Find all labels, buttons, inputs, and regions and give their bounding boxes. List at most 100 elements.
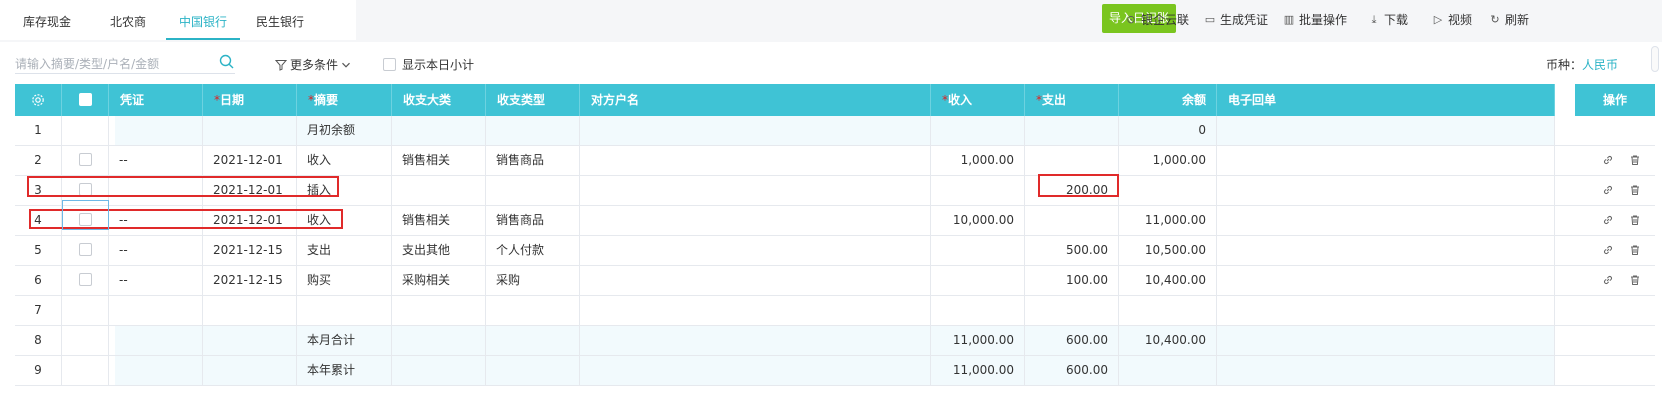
cell-date[interactable] <box>203 116 297 145</box>
trash-icon[interactable] <box>1629 214 1641 226</box>
cell-type[interactable]: 销售商品 <box>486 206 580 235</box>
cell-expense[interactable] <box>1025 146 1119 175</box>
cell-balance[interactable]: 10,400.00 <box>1119 326 1217 355</box>
currency-value[interactable]: 人民币 <box>1582 58 1618 72</box>
link-icon[interactable] <box>1602 154 1614 166</box>
cell-expense[interactable] <box>1025 116 1119 145</box>
more-conditions-button[interactable]: 更多条件 <box>275 56 351 73</box>
cell-balance[interactable]: 1,000.00 <box>1119 146 1217 175</box>
cell-income[interactable] <box>931 296 1025 325</box>
row-select-cell[interactable] <box>62 236 109 265</box>
cell-balance[interactable]: 10,500.00 <box>1119 236 1217 265</box>
cell-type[interactable] <box>486 176 580 205</box>
link-icon[interactable] <box>1602 184 1614 196</box>
cell-summary[interactable]: 本月合计 <box>297 326 392 355</box>
cell-income[interactable] <box>931 236 1025 265</box>
table-row[interactable]: 7 <box>15 296 1655 326</box>
cell-voucher[interactable] <box>109 296 203 325</box>
cell-summary[interactable]: 本年累计 <box>297 356 392 385</box>
cell-counterparty[interactable] <box>580 236 931 265</box>
cell-balance[interactable]: 0 <box>1119 116 1217 145</box>
cell-expense[interactable]: 600.00 <box>1025 356 1119 385</box>
row-select-cell[interactable] <box>62 116 109 145</box>
scrollbar[interactable] <box>1651 46 1659 72</box>
cell-income[interactable]: 11,000.00 <box>931 326 1025 355</box>
row-select-cell[interactable] <box>62 356 109 385</box>
tab-minsheng[interactable]: 民生银行 <box>248 0 312 40</box>
cell-type[interactable] <box>486 116 580 145</box>
cell-income[interactable] <box>931 176 1025 205</box>
cell-counterparty[interactable] <box>580 116 931 145</box>
video-button[interactable]: ▷ 视频 <box>1432 11 1472 29</box>
cell-counterparty[interactable] <box>580 296 931 325</box>
cell-summary[interactable]: 月初余额 <box>297 116 392 145</box>
row-select-cell[interactable] <box>62 146 109 175</box>
cell-summary[interactable]: 支出 <box>297 236 392 265</box>
cell-balance[interactable] <box>1119 296 1217 325</box>
cell-category[interactable] <box>392 296 486 325</box>
currency-selector[interactable]: 币种：人民币 <box>1546 56 1618 73</box>
cell-balance[interactable] <box>1119 176 1217 205</box>
cell-counterparty[interactable] <box>580 266 931 295</box>
refresh-button[interactable]: ↻ 刷新 <box>1489 11 1529 29</box>
cell-date[interactable] <box>203 356 297 385</box>
cell-counterparty[interactable] <box>580 206 931 235</box>
cell-receipt[interactable] <box>1217 266 1555 295</box>
cell-counterparty[interactable] <box>580 326 931 355</box>
cell-date[interactable]: 2021-12-15 <box>203 236 297 265</box>
cell-income[interactable] <box>931 116 1025 145</box>
cell-income[interactable]: 11,000.00 <box>931 356 1025 385</box>
cell-category[interactable]: 销售相关 <box>392 146 486 175</box>
row-select-cell[interactable] <box>62 326 109 355</box>
cell-date[interactable]: 2021-12-01 <box>203 146 297 175</box>
cell-expense[interactable] <box>1025 206 1119 235</box>
cell-income[interactable] <box>931 266 1025 295</box>
search-icon[interactable] <box>218 53 236 71</box>
cell-balance[interactable] <box>1119 356 1217 385</box>
table-row[interactable]: 2 -- 2021-12-01 收入 销售相关 销售商品 1,000.00 1,000.00 <box>15 146 1655 176</box>
table-row[interactable]: 1 月初余额 0 <box>15 116 1655 146</box>
generate-voucher-button[interactable]: ▭ 生成凭证 <box>1204 11 1268 29</box>
cell-type[interactable]: 采购 <box>486 266 580 295</box>
cell-expense[interactable]: 100.00 <box>1025 266 1119 295</box>
table-row[interactable]: 6 -- 2021-12-15 购买 采购相关 采购 100.00 10,400.00 <box>15 266 1655 296</box>
download-button[interactable]: ⤓ 下载 <box>1368 11 1408 29</box>
cell-balance[interactable]: 10,400.00 <box>1119 266 1217 295</box>
cell-receipt[interactable] <box>1217 146 1555 175</box>
cell-expense[interactable]: 600.00 <box>1025 326 1119 355</box>
row-select-cell[interactable] <box>62 296 109 325</box>
tab-bank-of-china[interactable]: 中国银行 <box>166 0 240 40</box>
row-checkbox[interactable] <box>79 243 92 256</box>
show-daily-subtotal-checkbox[interactable] <box>383 58 396 71</box>
cell-type[interactable]: 个人付款 <box>486 236 580 265</box>
cell-category[interactable]: 销售相关 <box>392 206 486 235</box>
trash-icon[interactable] <box>1629 184 1641 196</box>
cell-receipt[interactable] <box>1217 236 1555 265</box>
trash-icon[interactable] <box>1629 244 1641 256</box>
search-input[interactable]: 请输入摘要/类型/户名/金额 <box>15 52 235 74</box>
link-icon[interactable] <box>1602 274 1614 286</box>
cell-income[interactable]: 1,000.00 <box>931 146 1025 175</box>
cell-date[interactable] <box>203 296 297 325</box>
cell-category[interactable] <box>392 176 486 205</box>
table-row[interactable]: 9 本年累计 11,000.00 600.00 <box>15 356 1655 386</box>
link-icon[interactable] <box>1602 244 1614 256</box>
cell-voucher[interactable] <box>109 116 203 145</box>
cell-receipt[interactable] <box>1217 356 1555 385</box>
trash-icon[interactable] <box>1629 154 1641 166</box>
cell-type[interactable] <box>486 356 580 385</box>
cell-counterparty[interactable] <box>580 356 931 385</box>
row-checkbox[interactable] <box>79 273 92 286</box>
cell-summary[interactable] <box>297 296 392 325</box>
tab-beinongshang[interactable]: 北农商 <box>98 0 158 40</box>
cell-receipt[interactable] <box>1217 206 1555 235</box>
cell-category[interactable] <box>392 326 486 355</box>
cell-date[interactable] <box>203 326 297 355</box>
cell-category[interactable]: 支出其他 <box>392 236 486 265</box>
link-icon[interactable] <box>1602 214 1614 226</box>
select-all-checkbox[interactable] <box>78 93 92 106</box>
cell-type[interactable]: 销售商品 <box>486 146 580 175</box>
show-daily-subtotal-toggle[interactable]: 显示本日小计 <box>383 56 474 73</box>
cell-voucher[interactable] <box>109 326 203 355</box>
cell-counterparty[interactable] <box>580 146 931 175</box>
